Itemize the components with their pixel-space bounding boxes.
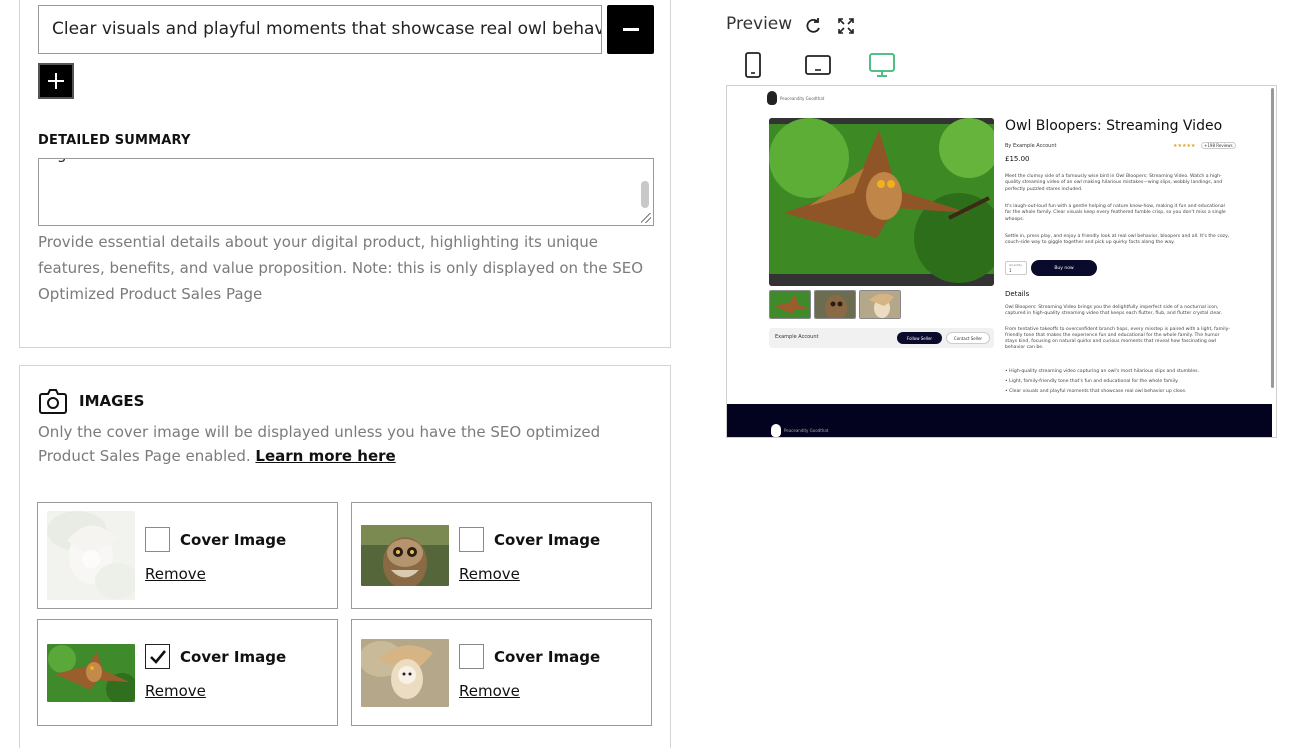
refresh-icon <box>806 18 820 33</box>
monitor-icon <box>869 53 895 77</box>
phone-icon <box>745 52 761 78</box>
preview-title: Preview <box>726 14 793 34</box>
detailed-summary-label: DETAILED SUMMARY <box>38 133 191 148</box>
owl-thumbnail-image <box>361 639 449 707</box>
store-logo-text: Peaceandity Goodthat <box>780 95 825 101</box>
cover-image-label: Cover Image <box>180 531 287 549</box>
quantity-stepper[interactable]: Quantity 1 <box>1005 261 1027 275</box>
seller-name: Example Account <box>775 334 819 340</box>
remove-image-link[interactable]: Remove <box>145 682 206 700</box>
hero-owl-image <box>769 118 994 286</box>
product-price: £15.00 <box>1005 155 1030 163</box>
mobile-view-button[interactable] <box>738 51 768 79</box>
buy-now-button[interactable]: Buy now <box>1031 260 1097 276</box>
rating-stars: ★★★★★ <box>1173 143 1196 149</box>
bullet-row: Clear visuals and playful moments that s… <box>38 5 654 54</box>
preview-frame[interactable]: Peaceandity Goodthat Example Account Fol… <box>726 85 1277 438</box>
plus-icon <box>48 73 64 89</box>
resize-grip-icon[interactable] <box>641 213 651 223</box>
store-logo: Peaceandity Goodthat <box>767 91 824 105</box>
details-bullet: • Light, family-friendly tone that's fun… <box>1005 379 1179 384</box>
preview-thumbnail[interactable] <box>859 290 901 319</box>
refresh-button[interactable] <box>802 15 824 37</box>
details-paragraph: From tentative takeoffs to overconfident… <box>1005 327 1230 350</box>
owl-logo-icon <box>767 91 777 105</box>
product-description: It's laugh-out-loud fun with a gentle he… <box>1005 204 1226 222</box>
details-title: Details <box>1005 290 1030 298</box>
owl-logo-icon <box>771 424 781 437</box>
cover-image-checkbox[interactable] <box>459 527 484 552</box>
fullscreen-button[interactable] <box>835 15 857 37</box>
preview-thumbnail[interactable] <box>769 290 811 319</box>
details-paragraph: Owl Bloopers: Streaming Video brings you… <box>1005 305 1222 316</box>
summary-helper-text: Provide essential details about your dig… <box>38 233 644 303</box>
remove-image-link[interactable]: Remove <box>459 565 520 583</box>
image-card: Cover Image Remove <box>351 619 652 726</box>
product-title: Owl Bloopers: Streaming Video <box>1005 118 1223 134</box>
image-card: Cover Image Remove <box>351 502 652 609</box>
product-author: By Example Account <box>1005 143 1057 149</box>
contact-seller-button[interactable]: Contact Seller <box>946 332 990 344</box>
images-title: IMAGES <box>79 392 145 410</box>
learn-more-link[interactable]: Learn more here <box>255 447 395 465</box>
image-card: Cover Image Remove <box>37 619 338 726</box>
minus-icon <box>622 28 639 31</box>
description-panel: Clear visuals and playful moments that s… <box>19 0 671 348</box>
bullet-input[interactable]: Clear visuals and playful moments that s… <box>38 5 602 54</box>
expand-icon <box>838 18 854 34</box>
add-bullet-button[interactable] <box>38 63 74 99</box>
desktop-view-button[interactable] <box>867 51 897 79</box>
preview-scrollbar[interactable] <box>1271 88 1274 388</box>
summary-text: g <box>57 159 67 163</box>
tablet-view-button[interactable] <box>803 51 833 79</box>
store-footer: Peaceandity Goodthat <box>727 404 1272 437</box>
seller-bar: Example Account Follow Seller Contact Se… <box>769 328 994 348</box>
owl-thumbnail-image <box>47 644 135 702</box>
cover-image-label: Cover Image <box>494 648 601 666</box>
camera-icon <box>39 389 67 414</box>
cover-image-checkbox[interactable] <box>459 644 484 669</box>
cover-image-label: Cover Image <box>494 531 601 549</box>
owl-thumbnail-image <box>361 525 449 586</box>
checkmark-icon <box>149 649 166 664</box>
images-panel: IMAGES Only the cover image will be disp… <box>19 365 671 748</box>
footer-logo-text: Peaceandity Goodthat <box>784 428 829 433</box>
cover-image-checkbox[interactable] <box>145 527 170 552</box>
cover-image-label: Cover Image <box>180 648 287 666</box>
remove-image-link[interactable]: Remove <box>145 565 206 583</box>
cover-image-checkbox[interactable] <box>145 644 170 669</box>
textarea-scrollbar[interactable] <box>641 181 649 208</box>
images-helper-text: Only the cover image will be displayed u… <box>38 420 638 468</box>
remove-image-link[interactable]: Remove <box>459 682 520 700</box>
detailed-summary-textarea[interactable]: g <box>38 158 654 226</box>
preview-thumbnail[interactable] <box>814 290 856 319</box>
details-bullet: • High-quality streaming video capturing… <box>1005 369 1200 374</box>
details-bullet: • Clear visuals and playful moments that… <box>1005 389 1187 394</box>
owl-thumbnail-image <box>47 511 135 600</box>
reviews-badge: +198 Reviews <box>1201 142 1236 149</box>
quantity-value: 1 <box>1009 268 1012 273</box>
preview-thumbnails <box>769 290 901 319</box>
quantity-label: Quantity <box>1009 263 1022 267</box>
remove-bullet-button[interactable] <box>607 5 654 54</box>
tablet-icon <box>805 55 831 75</box>
product-description: Meet the clumsy side of a famously wise … <box>1005 174 1223 192</box>
image-card: Cover Image Remove <box>37 502 338 609</box>
follow-seller-button[interactable]: Follow Seller <box>897 332 942 344</box>
product-description: Settle in, press play, and enjoy a frien… <box>1005 234 1230 246</box>
